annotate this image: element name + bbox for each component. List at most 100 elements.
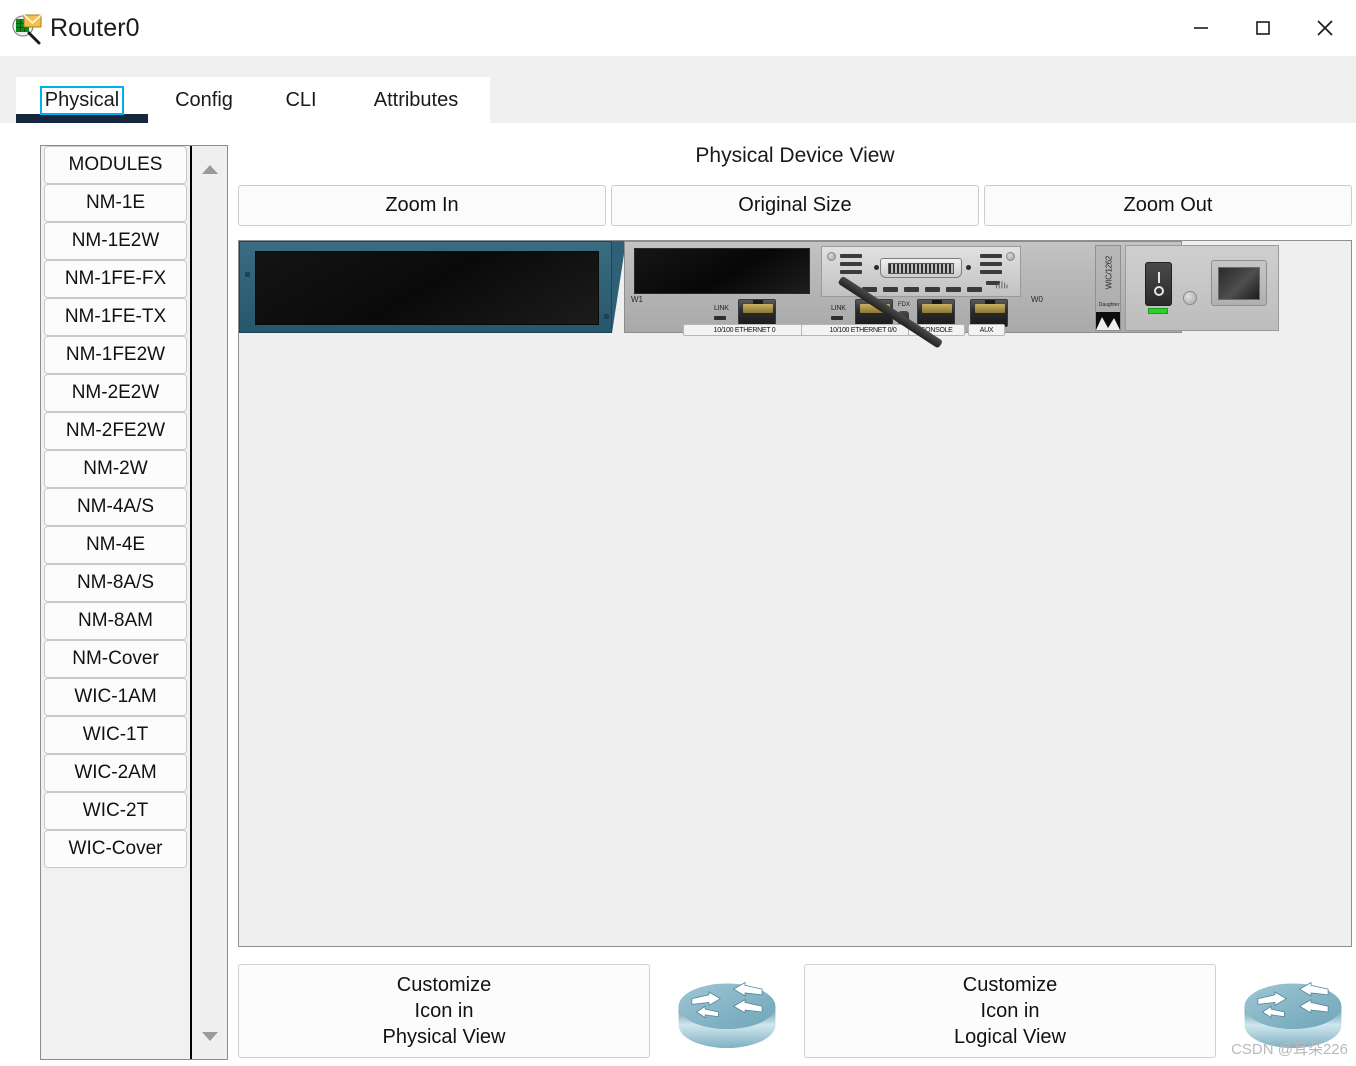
power-panel <box>1125 245 1279 331</box>
tab-attributes-label: Attributes <box>373 88 459 111</box>
aux-port[interactable] <box>970 299 1008 327</box>
power-switch[interactable] <box>1145 262 1172 306</box>
tab-strip: Physical Config CLI Attributes <box>16 77 490 123</box>
fdx-label: FDX <box>898 302 910 308</box>
close-button[interactable] <box>1294 0 1356 56</box>
status-led <box>883 287 898 292</box>
cust-phys-line1: Customize <box>396 974 492 996</box>
cust-log-line1: Customize <box>962 974 1058 996</box>
module-item[interactable]: WIC-2AM <box>44 754 187 792</box>
wic-slot-w1[interactable] <box>634 248 810 294</box>
window-controls <box>1170 0 1356 56</box>
connector-ear <box>874 265 879 270</box>
ethernet-port-0[interactable] <box>738 299 776 327</box>
module-item[interactable]: NM-4A/S <box>44 488 187 526</box>
port-tag-aux: AUX <box>968 324 1005 336</box>
inspect-device-icon <box>10 11 44 45</box>
tab-physical[interactable]: Physical <box>16 77 148 123</box>
power-led <box>1148 308 1168 314</box>
module-item[interactable]: NM-2E2W <box>44 374 187 412</box>
cust-phys-line3: Physical View <box>382 1026 506 1048</box>
minimize-button[interactable] <box>1170 0 1232 56</box>
cisco-router-icon <box>668 964 786 1058</box>
slot-label-w1: W1 <box>631 295 643 304</box>
slot-label-w0: W0 <box>1031 295 1043 304</box>
port-tag-ethernet0: 10/100 ETHERNET 0 <box>683 324 806 336</box>
screw-icon <box>1006 252 1015 261</box>
wic-modem-label: Daughter <box>1098 302 1120 308</box>
physical-device-view-title: Physical Device View <box>695 144 895 167</box>
scroll-down-arrow[interactable] <box>192 1023 227 1049</box>
module-item[interactable]: NM-4E <box>44 526 187 564</box>
serial-connector-port[interactable] <box>880 258 962 278</box>
console-port[interactable] <box>917 299 955 327</box>
module-item[interactable]: NM-8A/S <box>44 564 187 602</box>
module-item[interactable]: WIC-1T <box>44 716 187 754</box>
module-led-row <box>862 287 982 292</box>
device-view-canvas[interactable]: W1 W0 LINK 10/100 ETHERNET 0 LINK FDX 10… <box>238 240 1352 947</box>
modules-panel: MODULES NM-1E NM-1E2W NM-1FE-FX NM-1FE-TX NM-… <box>40 145 228 1060</box>
maximize-button[interactable] <box>1232 0 1294 56</box>
bay-screw-icon <box>604 314 609 319</box>
bay-screw-icon <box>245 272 250 277</box>
module-item[interactable]: NM-8AM <box>44 602 187 640</box>
module-item[interactable]: NM-2W <box>44 450 187 488</box>
screw-icon <box>827 252 836 261</box>
vent-slot <box>980 262 1002 266</box>
link-label-right: LINK <box>831 305 846 312</box>
cust-log-line2: Icon in <box>980 1000 1040 1022</box>
tab-attributes[interactable]: Attributes <box>342 77 490 123</box>
module-item[interactable]: NM-Cover <box>44 640 187 678</box>
module-bay-slot <box>255 251 599 325</box>
modules-scrollbar[interactable] <box>192 146 227 1059</box>
module-item[interactable]: WIC-Cover <box>44 830 187 868</box>
module-item[interactable]: NM-1FE-TX <box>44 298 187 336</box>
module-item[interactable]: NM-1E2W <box>44 222 187 260</box>
module-item[interactable]: NM-1FE-FX <box>44 260 187 298</box>
connector-ear <box>966 265 971 270</box>
vent-slot <box>980 254 1002 258</box>
zoom-in-button[interactable]: Zoom In <box>238 185 606 226</box>
csdn-watermark: CSDN @耳朵226 <box>1231 1041 1348 1058</box>
module-item[interactable]: NM-1FE2W <box>44 336 187 374</box>
cust-phys-line2: Icon in <box>414 1000 474 1022</box>
router-chassis-image[interactable]: W1 W0 LINK 10/100 ETHERNET 0 LINK FDX 10… <box>239 241 1279 349</box>
scroll-up-arrow[interactable] <box>192 156 227 182</box>
status-led <box>904 287 919 292</box>
tab-config[interactable]: Config <box>148 77 260 123</box>
module-bay-empty[interactable] <box>239 241 612 333</box>
tab-cli-label: CLI <box>285 88 317 111</box>
vent-slot <box>840 270 862 274</box>
tab-cli[interactable]: CLI <box>260 77 342 123</box>
vent-slot <box>840 254 862 258</box>
status-led <box>946 287 961 292</box>
screw-icon <box>1183 291 1197 305</box>
wic-strip-text: WIC/1262 <box>1104 255 1114 290</box>
status-led <box>967 287 982 292</box>
cisco-mark-icon <box>995 280 1008 291</box>
zoom-controls: Zoom In Original Size Zoom Out <box>238 185 1352 226</box>
module-item[interactable]: NM-2FE2W <box>44 412 187 450</box>
module-item[interactable]: WIC-2T <box>44 792 187 830</box>
link-label-left: LINK <box>714 305 729 312</box>
title-bar: Router0 <box>0 0 1356 56</box>
modules-list[interactable]: MODULES NM-1E NM-1E2W NM-1FE-FX NM-1FE-TX NM-… <box>41 146 192 1059</box>
power-socket[interactable] <box>1211 260 1267 306</box>
cust-log-line3: Logical View <box>954 1026 1066 1048</box>
tab-config-label: Config <box>175 88 233 111</box>
original-size-button[interactable]: Original Size <box>611 185 979 226</box>
link-led <box>831 316 843 320</box>
wic-wave-graphic <box>1096 312 1120 330</box>
customize-icon-logical-view-button[interactable]: Customize Icon in Logical View <box>804 964 1216 1058</box>
wic-cover-strip[interactable]: WIC/1262 Daughter <box>1095 245 1121 331</box>
link-led <box>714 316 726 320</box>
zoom-out-button[interactable]: Zoom Out <box>984 185 1352 226</box>
window-title: Router0 <box>50 13 140 42</box>
customize-icon-physical-view-button[interactable]: Customize Icon in Physical View <box>238 964 650 1058</box>
module-item[interactable]: NM-1E <box>44 184 187 222</box>
vent-slot <box>980 270 1002 274</box>
tab-physical-label: Physical <box>39 85 125 115</box>
modules-list-header: MODULES <box>44 146 187 184</box>
module-item[interactable]: WIC-1AM <box>44 678 187 716</box>
status-led <box>925 287 940 292</box>
